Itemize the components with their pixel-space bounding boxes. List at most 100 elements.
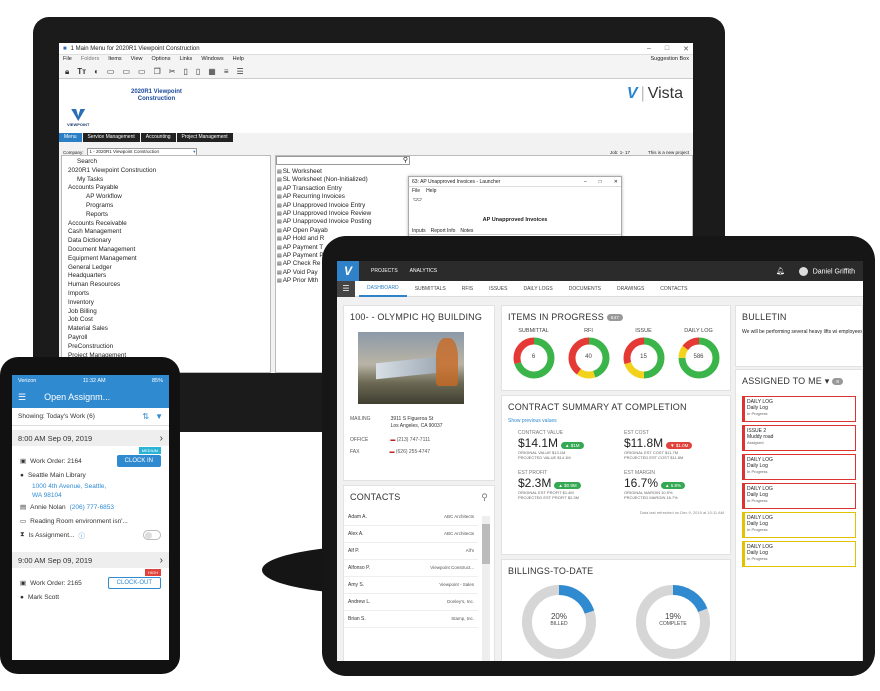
palette-icon[interactable]: ◐ <box>94 67 99 76</box>
tab-projects[interactable]: PROJECTS <box>371 268 398 274</box>
info-icon[interactable]: ⓘ <box>78 530 85 540</box>
contact-row[interactable]: Amy S. Viewpoint - Sales <box>344 577 478 594</box>
assigned-item[interactable]: ISSUE 2 Muddy road Assigned <box>742 425 856 451</box>
tree-item[interactable]: Job Cost <box>68 316 264 325</box>
tab-report-info[interactable]: Report Info <box>431 228 456 234</box>
tree-item[interactable]: AP Workflow <box>68 193 264 202</box>
tree-item[interactable]: Payroll <box>68 334 264 343</box>
maximize-icon[interactable]: □ <box>599 179 602 185</box>
grid-icon[interactable]: ▦ <box>208 67 216 76</box>
tab-notes[interactable]: Notes <box>460 228 473 234</box>
tree-item[interactable]: Search <box>68 158 264 167</box>
tab-inputs[interactable]: Inputs <box>412 228 426 234</box>
work-order-header[interactable]: 9:00 AM Sep 09, 2019 › <box>12 552 169 568</box>
work-order-header[interactable]: 8:00 AM Sep 09, 2019 › <box>12 430 169 446</box>
tab-issues[interactable]: ISSUES <box>481 281 515 297</box>
tab-drawings[interactable]: DRAWINGS <box>609 281 652 297</box>
donut-item[interactable]: ISSUE 15 <box>622 328 666 382</box>
program-item[interactable]: ▤AP Unapproved Invoice Posting <box>277 218 372 226</box>
assigned-item[interactable]: DAILY LOG Daily Log In Progress <box>742 396 856 422</box>
program-item[interactable]: ▤AP Unapproved Invoice Review <box>277 210 372 218</box>
tree-item[interactable]: Material Sales <box>68 325 264 334</box>
binoculars-icon[interactable]: 👓︎ <box>409 195 621 205</box>
minimize-icon[interactable]: – <box>584 179 587 185</box>
list-icon[interactable]: ☰ <box>237 67 244 76</box>
search-input[interactable]: ⚲ <box>276 156 410 165</box>
tree-item[interactable]: 2020R1 Viewpoint Construction <box>68 167 264 176</box>
tab-daily-logs[interactable]: DAILY LOGS <box>515 281 560 297</box>
office-phone[interactable]: (213) 747-7111 <box>397 437 430 443</box>
sort-icon[interactable]: ≡ <box>224 67 229 76</box>
filter-icon[interactable]: ▼ <box>155 412 163 421</box>
menu-windows[interactable]: Windows <box>201 56 223 64</box>
assigned-header[interactable]: ASSIGNED TO ME ▾ 8 <box>736 370 862 393</box>
tree-item[interactable]: Job Billing <box>68 308 264 317</box>
contact-row[interactable]: Adam A. ABC Architects <box>344 509 478 526</box>
vista-logo-icon[interactable]: V <box>337 261 359 281</box>
donut-item[interactable]: DAILY LOG 586 <box>677 328 721 382</box>
menu-links[interactable]: Links <box>179 56 192 64</box>
search-icon[interactable]: ⚲ <box>403 156 408 164</box>
search-icon[interactable]: ⚲ <box>481 492 488 503</box>
contact-row[interactable]: Alfonso P. Viewpoint Construct... <box>344 560 478 577</box>
tab-rfis[interactable]: RFIS <box>454 281 481 297</box>
minimize-icon[interactable]: – <box>647 45 651 53</box>
folder-add-icon[interactable]: ▭ <box>138 67 146 76</box>
bell-icon[interactable]: 🔔︎ <box>776 267 785 275</box>
clock-out-button[interactable]: CLOCK-OUT <box>107 577 161 589</box>
assignment-toggle[interactable] <box>143 530 161 540</box>
menu-view[interactable]: View <box>131 56 143 64</box>
menu-icon[interactable]: ☰ <box>18 392 26 403</box>
tree-item[interactable]: Programs <box>68 202 264 211</box>
maximize-icon[interactable]: □ <box>665 45 669 53</box>
menu-icon[interactable]: ☰ <box>337 280 355 297</box>
sort-icon[interactable]: ⇅ <box>142 412 149 421</box>
tab-contacts[interactable]: CONTACTS <box>652 281 695 297</box>
tree-item[interactable]: Accounts Receivable <box>68 220 264 229</box>
folder-open-icon[interactable]: ▭ <box>122 67 130 76</box>
menu-folders[interactable]: Folders <box>81 56 99 64</box>
tree-item[interactable]: Headquarters <box>68 272 264 281</box>
menu-help[interactable]: Help <box>233 56 244 64</box>
tree-item[interactable]: Document Management <box>68 246 264 255</box>
launcher-menu-help[interactable]: Help <box>426 188 436 194</box>
cut-icon[interactable]: ✂ <box>169 67 176 76</box>
tab-documents[interactable]: DOCUMENTS <box>561 281 609 297</box>
assigned-item[interactable]: DAILY LOG Daily Log In Progress <box>742 541 856 567</box>
donut-item[interactable]: SUBMITTAL 6 <box>512 328 556 382</box>
donut-item[interactable]: RFI 40 <box>567 328 611 382</box>
program-item[interactable]: ▤AP Recurring Invoices <box>277 193 372 201</box>
program-item[interactable]: ▤AP Unapproved Invoice Entry <box>277 202 372 210</box>
clock-in-button[interactable]: CLOCK IN <box>116 455 161 467</box>
scrollbar[interactable] <box>482 516 490 661</box>
tab-submittals[interactable]: SUBMITTALS <box>407 281 454 297</box>
tree-item[interactable]: Cash Management <box>68 228 264 237</box>
nav-accounting[interactable]: Accounting <box>140 133 176 142</box>
assigned-item[interactable]: DAILY LOG Daily Log In Progress <box>742 512 856 538</box>
program-item[interactable]: ▤SL Worksheet <box>277 168 372 176</box>
font-icon[interactable]: Tт <box>77 67 86 76</box>
menu-items[interactable]: Items <box>108 56 121 64</box>
delete-icon[interactable]: ▯ <box>196 67 200 76</box>
menu-options[interactable]: Options <box>152 56 171 64</box>
launcher-menu-file[interactable]: File <box>412 188 420 194</box>
copy-icon[interactable]: ❐ <box>154 67 161 76</box>
tree-item[interactable]: Human Resources <box>68 281 264 290</box>
contact-row[interactable]: Alex A. ABC Architects <box>344 526 478 543</box>
tree-item[interactable]: Accounts Payable <box>68 184 264 193</box>
tree-item[interactable]: My Tasks <box>68 176 264 185</box>
nav-project-management[interactable]: Project Management <box>176 133 233 142</box>
assigned-item[interactable]: DAILY LOG Daily Log In Progress <box>742 483 856 509</box>
tab-analytics[interactable]: ANALYTICS <box>410 268 437 274</box>
document-icon[interactable]: ▯ <box>183 67 187 76</box>
tree-item[interactable]: Equipment Management <box>68 255 264 264</box>
tree-item[interactable]: PreConstruction <box>68 343 264 352</box>
folder-icon[interactable]: ▭ <box>107 67 115 76</box>
lock-icon[interactable]: 🔒︎ <box>65 67 69 77</box>
scrollbar-thumb[interactable] <box>482 524 490 564</box>
tree-item[interactable]: Inventory <box>68 299 264 308</box>
tree-item[interactable]: Reports <box>68 211 264 220</box>
tree-item[interactable]: General Ledger <box>68 264 264 273</box>
nav-service-management[interactable]: Service Management <box>82 133 140 142</box>
contact-phone[interactable]: (206) 777-6853 <box>70 504 114 511</box>
